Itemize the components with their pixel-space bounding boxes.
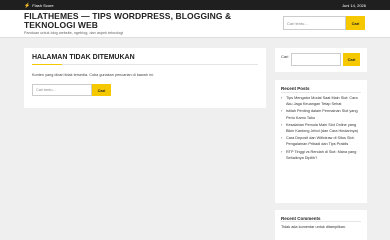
recent-post-item[interactable]: › Cara Deposit dan Withdraw di Situs Slot…: [281, 135, 363, 147]
top-bar: ⚡ Flash Score Juni 14, 2026: [0, 0, 390, 10]
main-search-input[interactable]: Cari tentu...: [32, 84, 92, 96]
recent-post-link[interactable]: Cara Deposit dan Withdraw di Situs Slot:…: [286, 135, 363, 147]
header-search-form: Cari tentu... Cari: [283, 16, 365, 30]
flash-label: Flash Score: [32, 3, 54, 8]
sidebar-search-button[interactable]: Cari: [343, 53, 360, 66]
recent-post-item[interactable]: › RTP Tinggi vs Rendah di Slot: Mana yang…: [281, 149, 363, 161]
site-title[interactable]: FILATHEMES — TIPS WORDPRESS, BLOGGING & …: [24, 12, 274, 30]
site-description: Panduan untuk blog website, ngeblog, dan…: [24, 31, 124, 35]
not-found-panel: HALAMAN TIDAK DITEMUKAN Konten yang dica…: [24, 48, 266, 108]
sidebar-search-widget: Cari Cari: [275, 48, 367, 72]
recent-post-item[interactable]: › Istilah Penting dalam Permainan Slot ya…: [281, 108, 363, 120]
recent-post-item[interactable]: › Tips Mengatur Modal Saat Main Slot: Car…: [281, 95, 363, 107]
recent-post-link[interactable]: Istilah Penting dalam Permainan Slot yan…: [286, 108, 363, 120]
page-title: HALAMAN TIDAK DITEMUKAN: [32, 54, 135, 61]
recent-posts-title: Recent Posts: [281, 86, 310, 91]
header-search-input[interactable]: Cari tentu...: [283, 16, 346, 30]
main-search-form: Cari tentu... Cari: [32, 84, 111, 96]
current-date: Juni 14, 2026: [341, 3, 366, 8]
site-header: FILATHEMES — TIPS WORDPRESS, BLOGGING & …: [0, 10, 390, 38]
title-divider: [32, 64, 258, 65]
recent-comments-widget: Recent Comments Tidak ada komentar untuk…: [275, 210, 367, 240]
recent-post-link[interactable]: Kesalahan Pemula Main Slot Online yang B…: [286, 122, 363, 134]
recent-post-link[interactable]: Tips Mengatur Modal Saat Main Slot: Cara…: [286, 95, 363, 107]
main-search-button[interactable]: Cari: [92, 84, 111, 96]
lightning-icon: ⚡: [24, 2, 31, 9]
title-divider-accent: [32, 64, 62, 65]
flash-news[interactable]: ⚡ Flash Score: [24, 3, 54, 8]
recent-posts-divider: [281, 92, 361, 93]
recent-posts-widget: Recent Posts › Tips Mengatur Modal Saat M…: [275, 80, 367, 203]
sidebar-search-label: Cari: [281, 54, 289, 59]
header-search-button[interactable]: Cari: [346, 16, 365, 30]
recent-post-link[interactable]: RTP Tinggi vs Rendah di Slot: Mana yang …: [286, 149, 363, 161]
recent-comments-divider: [281, 221, 361, 222]
recent-post-item[interactable]: › Kesalahan Pemula Main Slot Online yang …: [281, 122, 363, 134]
not-found-message: Konten yang dicari tidak tersedia. Coba …: [32, 73, 154, 77]
no-comments-text: Tidak ada komentar untuk ditampilkan.: [281, 225, 347, 229]
recent-posts-list: › Tips Mengatur Modal Saat Main Slot: Car…: [281, 95, 363, 162]
sidebar-search-input[interactable]: [291, 53, 341, 66]
